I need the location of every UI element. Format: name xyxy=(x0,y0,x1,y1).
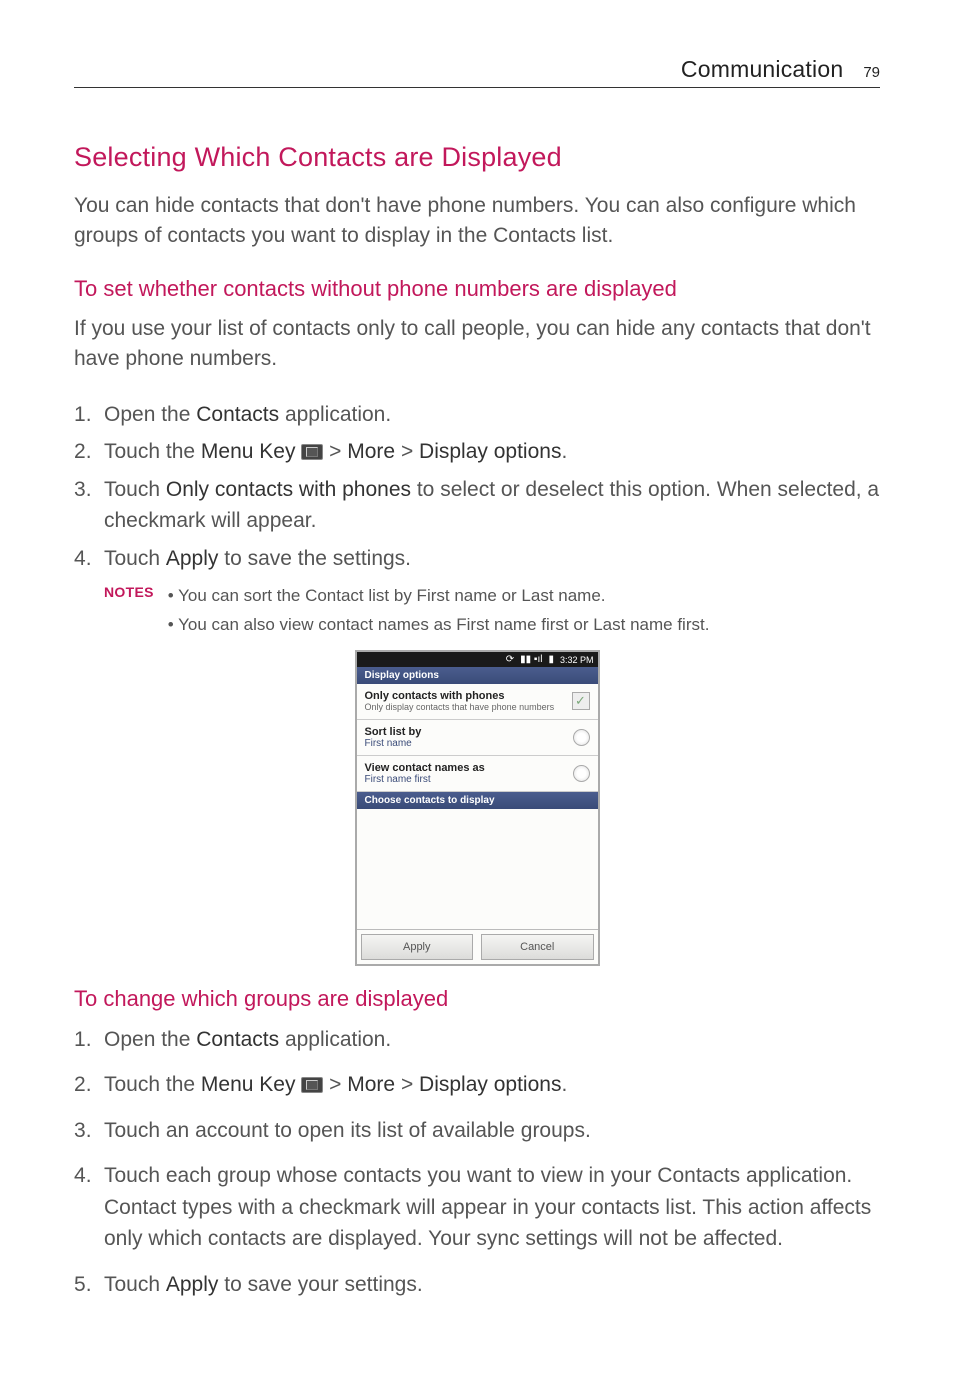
screen-header-choose-contacts: Choose contacts to display xyxy=(357,792,598,809)
option-sort-list-by[interactable]: Sort list by First name xyxy=(357,720,598,756)
option-title: Only contacts with phones xyxy=(365,690,564,702)
option-title: Sort list by xyxy=(365,726,565,738)
intro-paragraph: You can hide contacts that don't have ph… xyxy=(74,191,880,252)
section-heading-1: To set whether contacts without phone nu… xyxy=(74,276,880,302)
option-value: First name xyxy=(365,738,565,749)
display-options-label: Display options xyxy=(419,1073,561,1096)
button-row: Apply Cancel xyxy=(357,929,598,964)
step-2: Touch the Menu Key > More > Display opti… xyxy=(74,436,880,468)
option-value: First name first xyxy=(365,774,565,785)
step-5: Touch Apply to save your settings. xyxy=(74,1269,880,1301)
only-contacts-label: Only contacts with phones xyxy=(166,478,411,501)
step-2: Touch the Menu Key > More > Display opti… xyxy=(74,1069,880,1101)
screenshot-figure: ⟳ ▮▮ ▪ıl ▮ 3:32 PM Display options Only … xyxy=(74,650,880,966)
steps-list-2: Open the Contacts application. Touch the… xyxy=(74,1024,880,1301)
apply-label: Apply xyxy=(166,547,219,570)
option-only-contacts[interactable]: Only contacts with phones Only display c… xyxy=(357,684,598,720)
page-title: Selecting Which Contacts are Displayed xyxy=(74,142,880,173)
phone-mock: ⟳ ▮▮ ▪ıl ▮ 3:32 PM Display options Only … xyxy=(355,650,600,966)
step-1: Open the Contacts application. xyxy=(74,1024,880,1056)
notes-label: NOTES xyxy=(104,582,154,600)
status-bar: ⟳ ▮▮ ▪ıl ▮ 3:32 PM xyxy=(357,652,598,667)
header-section: Communication xyxy=(681,56,843,83)
note-1: You can sort the Contact list by First n… xyxy=(168,582,710,611)
option-view-names-as[interactable]: View contact names as First name first xyxy=(357,756,598,792)
more-label: More xyxy=(347,1073,395,1096)
empty-area xyxy=(357,809,598,929)
note-2: You can also view contact names as First… xyxy=(168,611,710,640)
more-label: More xyxy=(347,440,395,463)
step-1: Open the Contacts application. xyxy=(74,399,880,431)
step-3: Touch Only contacts with phones to selec… xyxy=(74,474,880,537)
step-3: Touch an account to open its list of ava… xyxy=(74,1115,880,1147)
menu-key-icon xyxy=(301,444,323,460)
header-page-number: 79 xyxy=(863,64,880,81)
step-4: Touch Apply to save the settings. xyxy=(74,543,880,575)
contacts-app-label: Contacts xyxy=(196,1028,279,1051)
contacts-app-label: Contacts xyxy=(196,403,279,426)
checkbox-icon[interactable]: ✓ xyxy=(572,692,590,710)
menu-key-icon xyxy=(301,1077,323,1093)
cancel-button[interactable]: Cancel xyxy=(481,934,594,960)
signal-icon: ▮▮ ▪ıl xyxy=(520,654,542,665)
sync-icon: ⟳ xyxy=(506,654,514,665)
status-time: 3:32 PM xyxy=(560,655,594,665)
screen-header-display-options: Display options xyxy=(357,667,598,684)
section-heading-2: To change which groups are displayed xyxy=(74,986,880,1012)
apply-label: Apply xyxy=(166,1273,219,1296)
section-1-paragraph: If you use your list of contacts only to… xyxy=(74,314,880,375)
option-subtext: Only display contacts that have phone nu… xyxy=(365,702,564,713)
page-header: Communication 79 xyxy=(74,56,880,88)
step-4: Touch each group whose contacts you want… xyxy=(74,1160,880,1255)
steps-list-1: Open the Contacts application. Touch the… xyxy=(74,399,880,575)
display-options-label: Display options xyxy=(419,440,561,463)
option-title: View contact names as xyxy=(365,762,565,774)
apply-button[interactable]: Apply xyxy=(361,934,474,960)
menu-key-label: Menu Key xyxy=(201,1073,296,1096)
notes-block: NOTES You can sort the Contact list by F… xyxy=(104,582,880,640)
menu-key-label: Menu Key xyxy=(201,440,296,463)
radio-icon[interactable] xyxy=(573,729,590,746)
notes-list: You can sort the Contact list by First n… xyxy=(168,582,710,640)
radio-icon[interactable] xyxy=(573,765,590,782)
battery-icon: ▮ xyxy=(548,654,554,665)
